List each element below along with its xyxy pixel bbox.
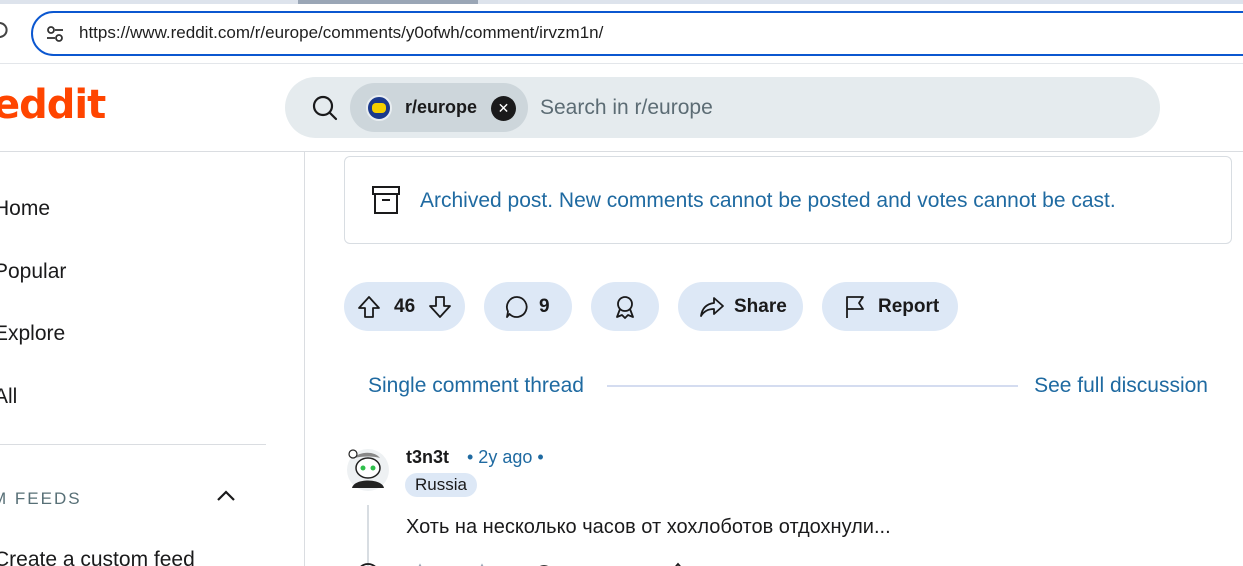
archived-notice: Archived post. New comments cannot be po… — [344, 156, 1232, 244]
archived-text: Archived post. New comments cannot be po… — [420, 189, 1116, 212]
custom-feeds-heading[interactable]: M FEEDS — [0, 489, 82, 509]
subreddit-chip[interactable]: r/europe ✕ — [350, 83, 528, 132]
share-label: Share — [734, 296, 787, 317]
subreddit-avatar — [366, 95, 392, 121]
reload-icon[interactable] — [0, 20, 14, 44]
comment-icon — [504, 294, 530, 320]
report-button[interactable]: Report — [822, 282, 958, 331]
chevron-up-icon[interactable] — [215, 486, 237, 506]
user-flair: Russia — [405, 473, 477, 497]
reddit-header: eddit r/europe ✕ — [0, 64, 1243, 152]
report-label: Report — [878, 296, 940, 317]
subreddit-chip-label: r/europe — [405, 97, 478, 117]
url-text[interactable]: https://www.reddit.com/r/europe/comments… — [79, 23, 603, 43]
site-settings-icon[interactable] — [45, 24, 65, 44]
share-icon — [699, 294, 725, 320]
full-discussion-link[interactable]: See full discussion — [1034, 374, 1208, 398]
left-sidebar: Home Popular Explore All M FEEDS Create … — [0, 152, 305, 566]
comment-count: 9 — [539, 296, 550, 317]
page: https://www.reddit.com/r/europe/comments… — [0, 0, 1243, 566]
single-thread-link[interactable]: Single comment thread — [368, 374, 584, 398]
award-icon — [612, 294, 638, 320]
upvote-icon[interactable] — [356, 294, 382, 320]
vote-count: 46 — [394, 296, 416, 317]
comments-button[interactable]: 9 — [484, 282, 572, 331]
browser-bar: https://www.reddit.com/r/europe/comments… — [0, 0, 1243, 64]
comment-meta: • 2y ago • — [467, 447, 544, 467]
share-button[interactable]: Share — [678, 282, 803, 331]
sidebar-item-all[interactable]: All — [0, 385, 17, 409]
sidebar-item-popular[interactable]: Popular — [0, 260, 66, 284]
award-button[interactable] — [591, 282, 659, 331]
close-icon[interactable]: ✕ — [491, 96, 516, 121]
comment-body: Хоть на несколько часов от хохлоботов от… — [406, 516, 891, 538]
sidebar-item-explore[interactable]: Explore — [0, 322, 65, 346]
thread-nav: Single comment thread See full discussio… — [368, 372, 1208, 402]
thread-divider — [607, 385, 1018, 387]
sidebar-divider — [0, 444, 266, 445]
flag-icon — [843, 294, 869, 320]
active-tab-indicator[interactable] — [298, 0, 478, 4]
comment-thread-line[interactable] — [367, 505, 369, 566]
address-bar[interactable]: https://www.reddit.com/r/europe/comments… — [31, 11, 1243, 56]
downvote-icon[interactable] — [427, 294, 453, 320]
archive-icon — [371, 184, 401, 216]
comment-actions — [354, 558, 704, 566]
search-bar[interactable]: r/europe ✕ — [285, 77, 1160, 138]
search-input[interactable] — [540, 93, 1040, 123]
sidebar-item-home[interactable]: Home — [0, 197, 50, 221]
avatar[interactable] — [344, 444, 390, 492]
sidebar-item-create-feed[interactable]: Create a custom feed — [0, 548, 195, 566]
tab-strip — [0, 0, 1243, 4]
vote-control: 46 — [344, 282, 465, 331]
reddit-logo[interactable]: eddit — [0, 82, 106, 128]
search-icon — [311, 94, 339, 122]
comment-author[interactable]: t3n3t — [406, 447, 449, 468]
